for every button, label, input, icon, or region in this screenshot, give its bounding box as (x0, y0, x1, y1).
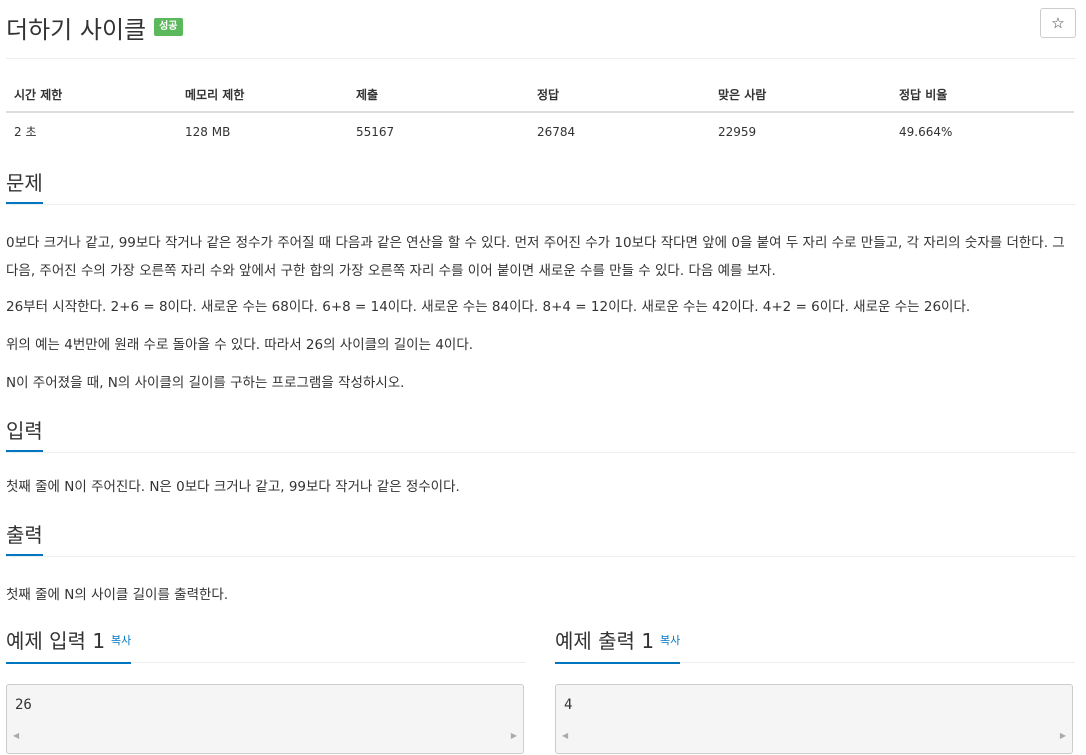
problem-paragraph: 26부터 시작한다. 2+6 = 8이다. 새로운 수는 68이다. 6+8 =… (6, 299, 971, 315)
scroll-left-icon[interactable]: ◀ (13, 731, 19, 740)
problem-paragraph: 위의 예는 4번만에 원래 수로 돌아올 수 있다. 따라서 26의 사이클의 … (6, 337, 474, 353)
accept-ratio-header: 정답 비율 (891, 78, 1074, 113)
time-limit-value: 2 초 (14, 125, 37, 139)
favorite-button[interactable]: ☆ (1040, 8, 1076, 38)
memory-limit-header: 메모리 제한 (177, 78, 348, 113)
sample-output-value: 4 (564, 697, 573, 713)
problem-section-title: 문제 (6, 170, 43, 204)
info-header-row: 시간 제한 메모리 제한 제출 정답 맞은 사람 정답 비율 (6, 78, 1074, 113)
output-description: 첫째 줄에 N의 사이클 길이를 출력한다. (6, 587, 229, 603)
sample-input-panel: 예제 입력 1 복사 26 ◀ ▶ (6, 628, 526, 754)
scroll-left-icon[interactable]: ◀ (562, 731, 568, 740)
output-section-title: 출력 (6, 522, 43, 556)
output-section-head: 출력 (6, 522, 1076, 557)
copy-sample-input-button[interactable]: 복사 (111, 634, 131, 647)
problem-paragraph: 0보다 크거나 같고, 99보다 작거나 같은 정수가 주어질 때 다음과 같은… (6, 235, 1065, 279)
problem-page: 더하기 사이클 성공 ☆ 시간 제한 메모리 제한 제출 정답 맞은 사람 정답 … (6, 0, 1076, 754)
input-section-head: 입력 (6, 418, 1076, 453)
sample-output-box[interactable]: 4 ◀ ▶ (555, 684, 1073, 754)
scroll-right-icon[interactable]: ▶ (1060, 731, 1066, 740)
solvers-header: 맞은 사람 (710, 78, 891, 113)
memory-limit-value: 128 MB (185, 124, 231, 139)
problem-body: 0보다 크거나 같고, 99보다 작거나 같은 정수가 주어질 때 다음과 같은… (6, 229, 1076, 397)
copy-sample-output-button[interactable]: 복사 (660, 634, 680, 647)
accepted-header: 정답 (529, 78, 710, 113)
time-limit-header: 시간 제한 (6, 78, 177, 113)
input-description: 첫째 줄에 N이 주어진다. N은 0보다 크거나 같고, 99보다 작거나 같… (6, 479, 460, 495)
sample-output-title: 예제 출력 1 복사 (555, 628, 681, 664)
page-title: 더하기 사이클 성공 (6, 10, 183, 45)
sample-input-value: 26 (15, 697, 32, 713)
sample-input-title-text: 예제 입력 1 (6, 629, 106, 653)
submissions-header: 제출 (348, 78, 529, 113)
sample-output-panel: 예제 출력 1 복사 4 ◀ ▶ (555, 628, 1075, 754)
problem-header: 더하기 사이클 성공 ☆ (6, 0, 1076, 59)
problem-section-head: 문제 (6, 170, 1076, 205)
accepted-value: 26784 (537, 124, 576, 139)
problem-paragraph: N이 주어졌을 때, N의 사이클의 길이를 구하는 프로그램을 작성하시오. (6, 375, 405, 391)
output-section: 출력 첫째 줄에 N의 사이클 길이를 출력한다. (6, 522, 1076, 609)
problem-info-table: 시간 제한 메모리 제한 제출 정답 맞은 사람 정답 비율 2 초 128 M… (6, 78, 1074, 150)
star-icon: ☆ (1051, 14, 1065, 32)
sample-input-title: 예제 입력 1 복사 (6, 628, 132, 664)
solvers-value: 22959 (718, 124, 757, 139)
info-value-row: 2 초 128 MB 55167 26784 22959 49.664% (6, 112, 1074, 150)
input-section-title: 입력 (6, 418, 43, 452)
accept-ratio-value: 49.664% (899, 124, 953, 139)
status-badge: 성공 (154, 18, 183, 36)
sample-input-head: 예제 입력 1 복사 (6, 628, 526, 664)
sample-input-box[interactable]: 26 ◀ ▶ (6, 684, 524, 754)
sample-output-title-text: 예제 출력 1 (555, 629, 655, 653)
input-section: 입력 첫째 줄에 N이 주어진다. N은 0보다 크거나 같고, 99보다 작거… (6, 418, 1076, 501)
problem-section: 문제 0보다 크거나 같고, 99보다 작거나 같은 정수가 주어질 때 다음과… (6, 170, 1076, 397)
problem-title: 더하기 사이클 (6, 16, 147, 44)
sample-output-head: 예제 출력 1 복사 (555, 628, 1075, 664)
submissions-value: 55167 (356, 124, 395, 139)
scroll-right-icon[interactable]: ▶ (511, 731, 517, 740)
